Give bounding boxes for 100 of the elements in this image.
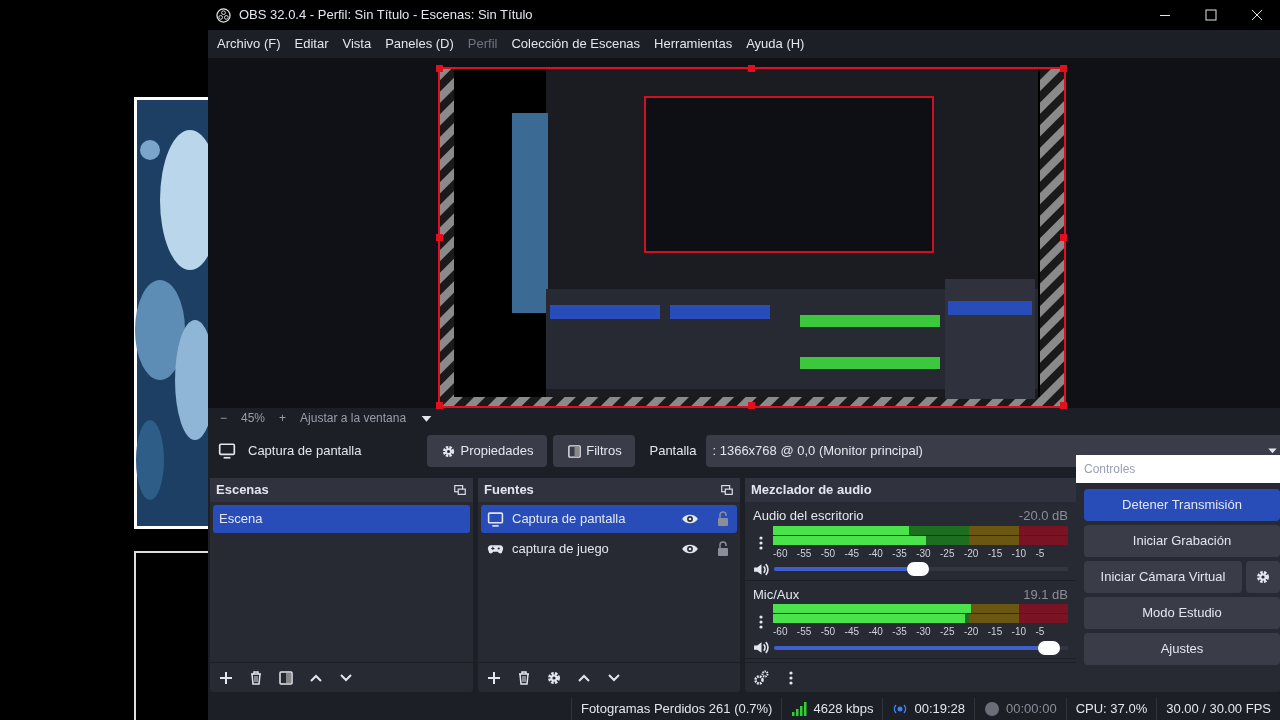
remove-button[interactable] xyxy=(248,669,264,686)
control-button[interactable]: Iniciar Grabación xyxy=(1084,525,1280,557)
scale-label: -40 xyxy=(868,546,883,561)
scale-label: -45 xyxy=(844,546,860,561)
properties-button[interactable]: Propiedades xyxy=(427,435,548,467)
remove-button[interactable] xyxy=(516,669,532,686)
slider-handle[interactable] xyxy=(1037,640,1060,655)
gear-icon xyxy=(546,669,562,686)
control-button[interactable]: Detener Transmisión xyxy=(1084,489,1280,521)
lock-toggle[interactable] xyxy=(715,511,731,527)
settings-button[interactable] xyxy=(1246,561,1280,593)
resize-handle[interactable] xyxy=(748,65,755,72)
scale-label: -30 xyxy=(916,546,931,561)
lock-toggle[interactable] xyxy=(715,541,731,557)
record-icon xyxy=(984,701,1001,717)
scale-label: -30 xyxy=(916,625,931,639)
dock-title: Escenas xyxy=(216,481,269,500)
menu-item[interactable]: Paneles (D) xyxy=(378,34,461,54)
monitor-icon xyxy=(218,442,236,460)
fps-counter: 30.00 / 30.00 FPS xyxy=(1166,700,1271,719)
display-label: Pantalla xyxy=(649,442,697,461)
zoom-out-button[interactable]: − xyxy=(220,409,227,427)
source-name: Captura de pantalla xyxy=(512,510,627,529)
add-button[interactable] xyxy=(486,669,502,686)
source-item[interactable]: captura de juego xyxy=(481,535,737,563)
scale-label: -50 xyxy=(820,625,836,639)
plus-icon xyxy=(218,669,234,686)
scale-label: -25 xyxy=(940,546,955,561)
bitrate: 4628 kbps xyxy=(813,700,874,719)
lock-icon xyxy=(715,541,731,557)
scale-label: -50 xyxy=(820,546,836,561)
db-reading: -20.0 dB xyxy=(1018,507,1068,525)
speaker-icon xyxy=(753,639,770,656)
close-icon xyxy=(1249,7,1265,23)
monitor-icon xyxy=(487,510,504,528)
menu-item[interactable]: Herramientas xyxy=(647,34,740,54)
trash-icon xyxy=(248,669,264,686)
scale-label: -15 xyxy=(987,546,1003,561)
resize-handle[interactable] xyxy=(748,402,755,409)
scale-label: -60 xyxy=(773,546,788,561)
gear-icon xyxy=(1255,569,1271,585)
source-name: Captura de pantalla xyxy=(248,442,362,461)
settings-button[interactable] xyxy=(546,669,562,686)
maximize-icon xyxy=(1203,7,1219,23)
mute-button[interactable] xyxy=(753,639,770,656)
advanced-audio-button[interactable] xyxy=(753,669,769,686)
float-icon xyxy=(453,483,467,497)
scale-label: -20 xyxy=(963,625,979,639)
resize-handle[interactable] xyxy=(1060,65,1067,72)
trash-icon xyxy=(516,669,532,686)
dock-title: Mezclador de audio xyxy=(751,481,872,500)
control-button[interactable]: Ajustes xyxy=(1084,633,1280,665)
dock-title: Controles xyxy=(1076,455,1280,483)
scale-label: -45 xyxy=(844,625,860,639)
menu-item[interactable]: Colección de Escenas xyxy=(504,34,648,54)
menu-item[interactable]: Vista xyxy=(335,34,379,54)
resize-handle[interactable] xyxy=(436,65,443,72)
scale-label: -35 xyxy=(892,625,907,639)
scale-label: -5 xyxy=(1035,625,1045,639)
resize-handle[interactable] xyxy=(1060,233,1067,241)
float-icon xyxy=(720,483,734,497)
scale-label: -25 xyxy=(940,625,955,639)
scale-label: -55 xyxy=(796,546,812,561)
channel-name: Mic/Aux xyxy=(753,585,801,604)
fit-dropdown[interactable]: Ajustar a la ventana xyxy=(300,409,434,427)
scale-label: -55 xyxy=(796,625,812,639)
zoom-in-button[interactable]: + xyxy=(279,409,287,427)
filter-icon xyxy=(278,669,294,686)
stream-time: 00:19:28 xyxy=(914,700,966,719)
add-button[interactable] xyxy=(218,669,234,686)
scale-label: -20 xyxy=(963,546,979,561)
menu-item[interactable]: Archivo (F) xyxy=(210,34,288,54)
source-name: captura de juego xyxy=(512,540,610,559)
filter-button[interactable] xyxy=(278,669,294,686)
scale-label: -60 xyxy=(773,625,788,639)
scale-label: -10 xyxy=(1011,546,1027,561)
source-item[interactable]: Captura de pantalla xyxy=(481,505,737,533)
cpu-usage: CPU: 37.0% xyxy=(1075,700,1148,719)
minimize-icon xyxy=(1160,14,1170,16)
lock-icon xyxy=(715,511,731,527)
menu-item[interactable]: Editar xyxy=(287,34,336,54)
menu-item[interactable]: Ayuda (H) xyxy=(739,34,812,54)
slider-handle[interactable] xyxy=(907,562,930,576)
resize-handle[interactable] xyxy=(436,233,443,241)
control-button[interactable]: Modo Estudio xyxy=(1084,597,1280,629)
gears-icon xyxy=(753,669,769,686)
resize-handle[interactable] xyxy=(1060,402,1067,409)
scale-label: -35 xyxy=(892,546,907,561)
filter-icon xyxy=(567,443,583,459)
gear-icon xyxy=(441,443,457,459)
scale-label: -5 xyxy=(1035,546,1045,561)
resize-handle[interactable] xyxy=(436,402,443,409)
filters-button[interactable]: Filtros xyxy=(553,435,636,467)
window-title: OBS 32.0.4 - Perfil: Sin Título - Escenas: Sin Título xyxy=(239,6,533,25)
control-button[interactable]: Iniciar Cámara Virtual xyxy=(1084,561,1242,593)
scale-label: -10 xyxy=(1011,625,1027,639)
db-reading: 19.1 dB xyxy=(1023,585,1068,604)
scale-label: -15 xyxy=(987,625,1003,639)
scene-item[interactable]: Escena xyxy=(213,505,470,533)
record-time: 00:00:00 xyxy=(1006,700,1057,719)
